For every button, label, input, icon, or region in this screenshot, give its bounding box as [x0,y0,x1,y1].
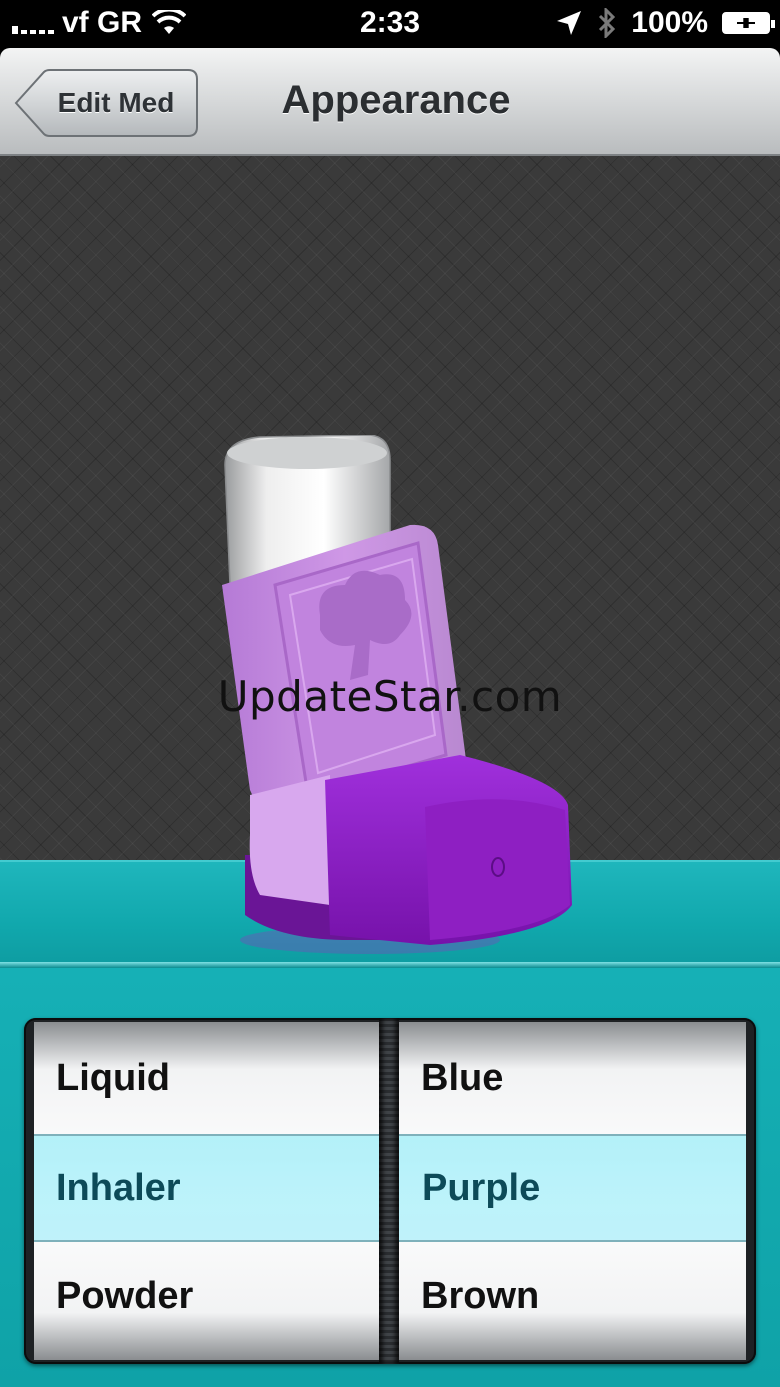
type-option[interactable]: Powder [34,1244,379,1348]
location-arrow-icon [557,11,582,35]
type-option[interactable]: Liquid [34,1026,379,1130]
color-option[interactable]: Brown [399,1244,746,1348]
bluetooth-icon [599,8,616,38]
status-bar: vf GR 2:33 100% [0,0,780,48]
watermark: UpdateStar.com [217,672,563,721]
color-option[interactable]: Blue [399,1026,746,1130]
selected-type-option[interactable]: Inhaler [56,1134,181,1242]
wheel-divider [379,1018,399,1364]
navigation-bar: Edit Med Appearance [0,48,780,156]
page-title: Appearance [281,78,511,122]
battery-percent: 100% [631,6,708,39]
battery-charging-icon [722,12,775,34]
selected-color-option[interactable]: Purple [422,1134,540,1242]
